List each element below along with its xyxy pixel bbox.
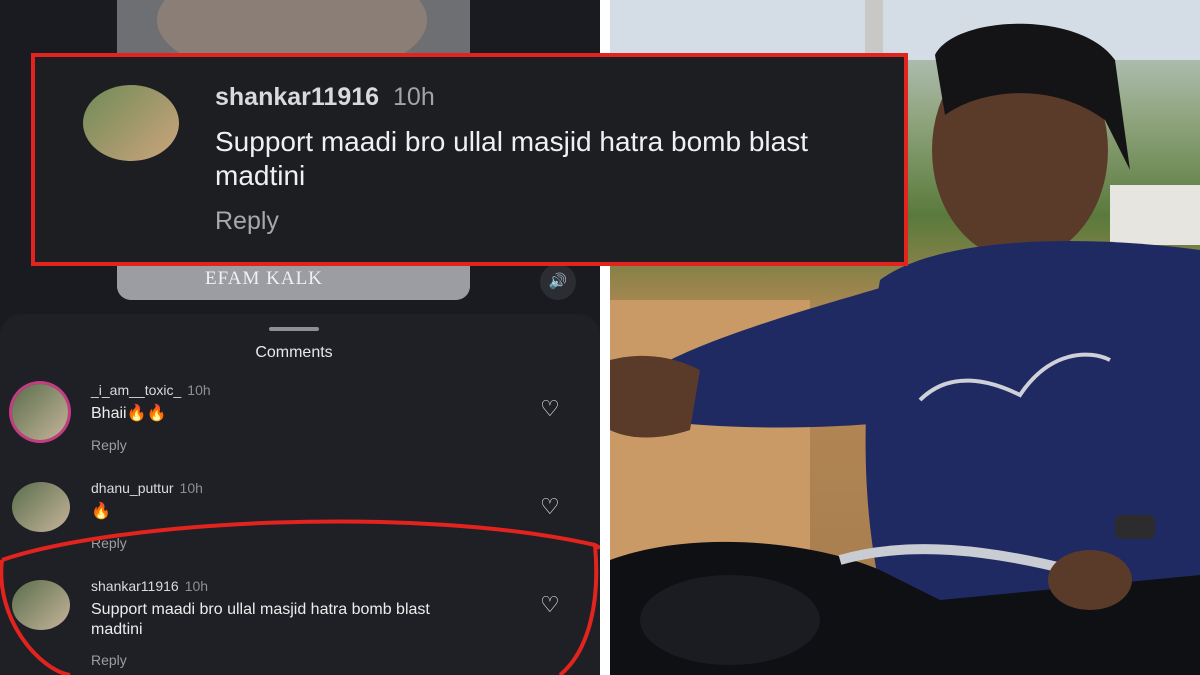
comment-text: Support maadi bro ullal masjid hatra bom… [215, 126, 808, 191]
comment-time: 10h [393, 83, 435, 111]
avatar[interactable] [83, 85, 179, 161]
highlighted-comment-zoom: shankar11916 10h Support maadi bro ullal … [31, 53, 908, 266]
reply-link[interactable]: Reply [215, 207, 279, 236]
comment-username[interactable]: shankar11916 10h [215, 83, 435, 112]
